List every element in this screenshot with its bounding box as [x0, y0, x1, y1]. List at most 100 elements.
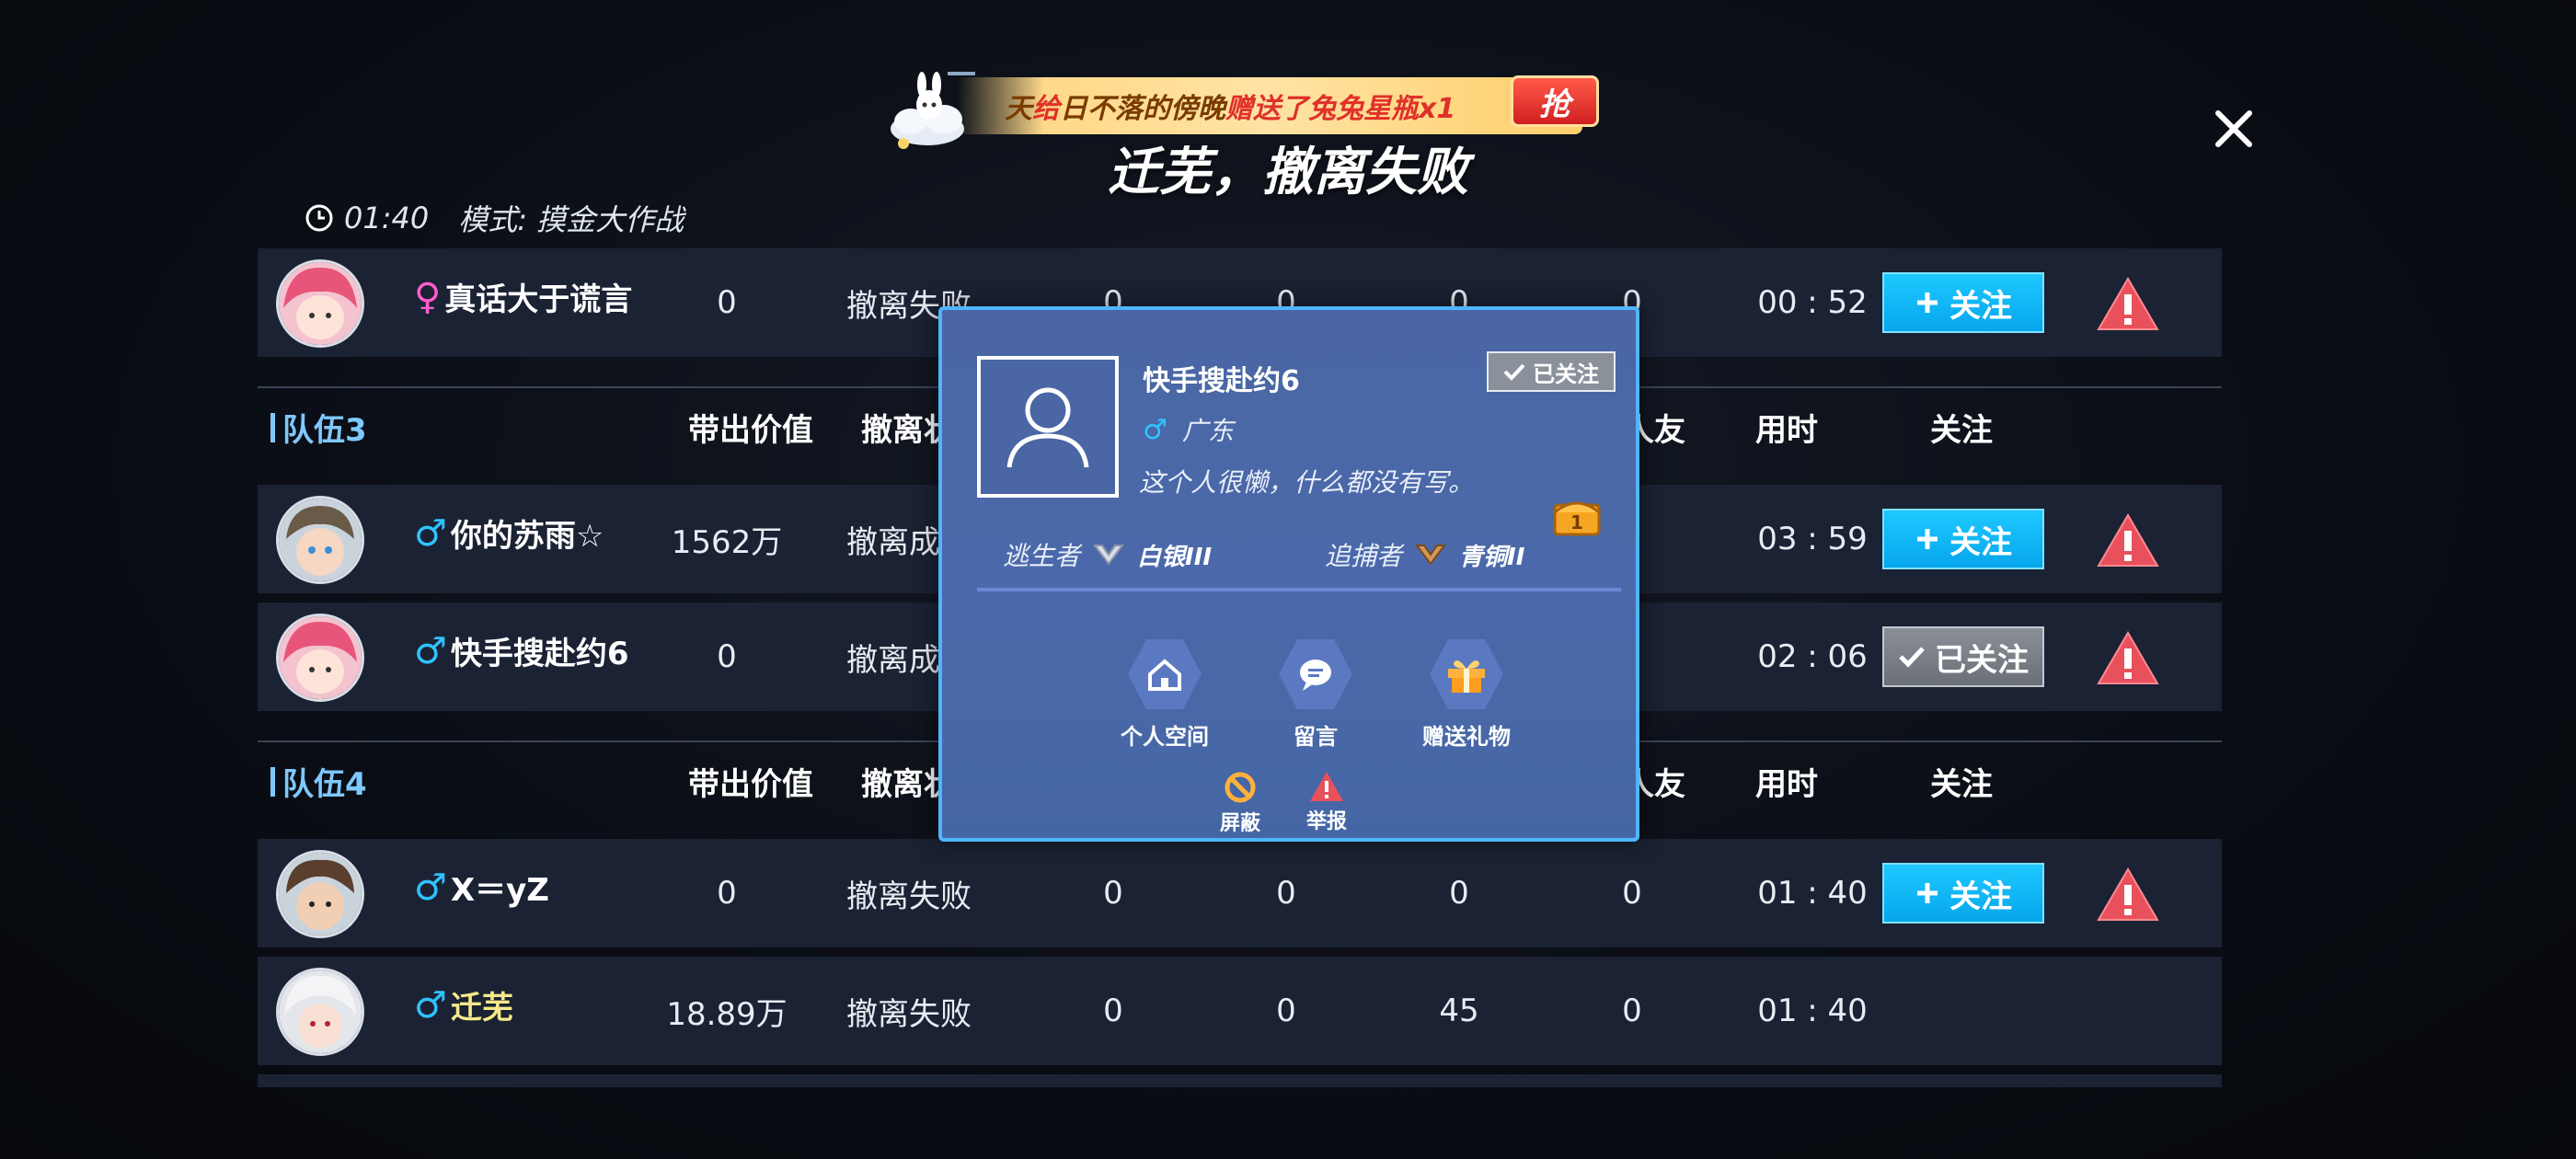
warning-icon	[1310, 772, 1343, 801]
col-time-header: 用时	[1755, 412, 1818, 449]
match-mode: 模式: 摸金大作战	[458, 202, 684, 237]
stat-b: 0	[1276, 875, 1296, 912]
stat-d: 0	[1622, 993, 1642, 1029]
divider	[977, 588, 1621, 591]
table-row-self[interactable]: ♂ 迁芜 18.89万 撤离失败 0 0 45 0 01 : 40	[258, 957, 2222, 1065]
home-icon	[1128, 639, 1202, 709]
avatar[interactable]	[276, 850, 364, 938]
player-name-text: 迁芜	[450, 990, 513, 1027]
close-button[interactable]	[2208, 103, 2260, 155]
follow-label: 关注	[1949, 287, 2012, 325]
extract-status: 撤离失败	[846, 995, 972, 1033]
player-name: ♂ 快手搜赴约6	[414, 628, 629, 673]
player-profile-popup: 快手搜赴约6 已关注 ♂ 广东 这个人很懒，什么都没有写。 1 逃生者 白银II…	[938, 306, 1639, 842]
follow-label: 关注	[1949, 523, 2012, 561]
match-meta: 01:40 模式: 摸金大作战	[304, 197, 684, 239]
send-gift-label: 赠送礼物	[1422, 724, 1511, 750]
user-silhouette-icon	[1006, 387, 1089, 468]
male-icon: ♂	[414, 511, 447, 555]
escaper-rank-text: 白银III	[1137, 543, 1213, 571]
hunter-label: 追捕者	[1325, 541, 1403, 571]
escaper-label: 逃生者	[1003, 541, 1081, 571]
col-value-header: 带出价值	[688, 766, 813, 803]
page-title: 迁芜，撤离失败	[1108, 143, 1468, 202]
grab-button[interactable]: 抢	[1511, 75, 1599, 127]
treasure-chest-icon[interactable]: 1	[1551, 492, 1603, 538]
profile-followed-button[interactable]: 已关注	[1487, 351, 1616, 392]
stat-d: 0	[1622, 875, 1642, 912]
hunter-rank-text: 青铜II	[1459, 543, 1525, 571]
follow-button[interactable]: 关注	[1882, 863, 2044, 924]
stat-a: 0	[1103, 875, 1123, 912]
plus-icon	[1917, 883, 1938, 903]
team-name: 队伍4	[270, 759, 367, 804]
profile-avatar[interactable]	[977, 356, 1119, 498]
report-warning-icon[interactable]	[2096, 276, 2160, 333]
carry-value: 18.89万	[666, 995, 788, 1033]
carry-value: 1562万	[671, 523, 783, 561]
stat-b: 0	[1276, 993, 1296, 1029]
banner-seg-2: 给	[1032, 93, 1060, 125]
report-warning-icon[interactable]	[2096, 630, 2160, 687]
player-name: ♂ 迁芜	[414, 982, 513, 1027]
banner-seg-3: 日不落的傍晚	[1060, 93, 1225, 125]
report-warning-icon[interactable]	[2096, 512, 2160, 569]
player-name-text: 真话大于谎言	[444, 281, 633, 318]
profile-bio: 这个人很懒，什么都没有写。	[1139, 467, 1475, 498]
check-icon	[1503, 363, 1525, 381]
avatar[interactable]	[276, 496, 364, 584]
avatar[interactable]	[276, 968, 364, 1056]
player-name: ♀ 真话大于谎言	[414, 274, 632, 319]
bronze-rank-icon	[1415, 545, 1447, 566]
profile-ranks: 逃生者 白银III 追捕者 青铜II	[1003, 536, 1573, 582]
close-icon	[2215, 110, 2252, 147]
male-icon: ♂	[414, 629, 447, 672]
profile-followed-label: 已关注	[1533, 361, 1599, 387]
team-name: 队伍3	[270, 405, 367, 450]
match-time: 01:40	[344, 201, 430, 235]
male-icon: ♂	[414, 866, 447, 909]
profile-name: 快手搜赴约6	[1143, 365, 1300, 397]
message-label: 留言	[1294, 724, 1338, 750]
carry-value: 0	[717, 284, 737, 321]
message-button[interactable]: 留言	[1251, 639, 1380, 751]
personal-space-button[interactable]: 个人空间	[1100, 639, 1229, 751]
game-result-screen: 天 给 日不落的傍晚 赠送了 兔兔星瓶x1 抢 迁芜，撤离失败 01:40 模式…	[0, 0, 2576, 1159]
followed-button[interactable]: 已关注	[1882, 626, 2044, 687]
col-value-header: 带出价值	[688, 412, 813, 449]
player-name: ♂ X＝yZ	[414, 865, 549, 910]
time-used: 01 : 40	[1757, 993, 1868, 1029]
block-button[interactable]: 屏蔽	[1220, 770, 1260, 836]
plus-icon	[1917, 529, 1938, 549]
banner-seg-1: 天	[1005, 93, 1032, 125]
silver-rank-icon	[1093, 545, 1125, 566]
time-used: 03 : 59	[1757, 521, 1868, 557]
male-icon: ♂	[414, 983, 447, 1027]
escaper-rank: 逃生者 白银III	[1003, 536, 1212, 573]
follow-button[interactable]: 关注	[1882, 509, 2044, 569]
report-warning-icon[interactable]	[2096, 866, 2160, 924]
player-name-text: 快手搜赴约6	[450, 636, 629, 672]
clock-icon	[305, 204, 333, 232]
carry-value: 0	[717, 638, 737, 675]
chat-bubble-icon	[1279, 639, 1352, 709]
avatar[interactable]	[276, 614, 364, 702]
follow-label: 已关注	[1935, 641, 2029, 679]
col-time-header: 用时	[1755, 766, 1818, 803]
follow-button[interactable]: 关注	[1882, 272, 2044, 333]
player-name-text: X＝yZ	[450, 872, 549, 909]
avatar[interactable]	[276, 259, 364, 348]
extract-status: 撤离失败	[846, 878, 972, 915]
hunter-rank: 追捕者 青铜II	[1325, 536, 1524, 573]
banner-seg-5: 兔兔星瓶x1	[1308, 93, 1456, 125]
time-used: 01 : 40	[1757, 875, 1868, 912]
send-gift-button[interactable]: 赠送礼物	[1402, 639, 1531, 751]
table-row[interactable]: ♂ X＝yZ 0 撤离失败 0 0 0 0 01 : 40 关注	[258, 839, 2222, 947]
personal-space-label: 个人空间	[1121, 724, 1209, 750]
gift-icon	[1430, 639, 1503, 709]
report-button[interactable]: 举报	[1306, 770, 1347, 834]
plus-icon	[1917, 293, 1938, 313]
table-row-partial	[258, 1074, 2222, 1087]
block-label: 屏蔽	[1220, 812, 1261, 835]
player-name: ♂ 你的苏雨☆	[414, 511, 604, 556]
